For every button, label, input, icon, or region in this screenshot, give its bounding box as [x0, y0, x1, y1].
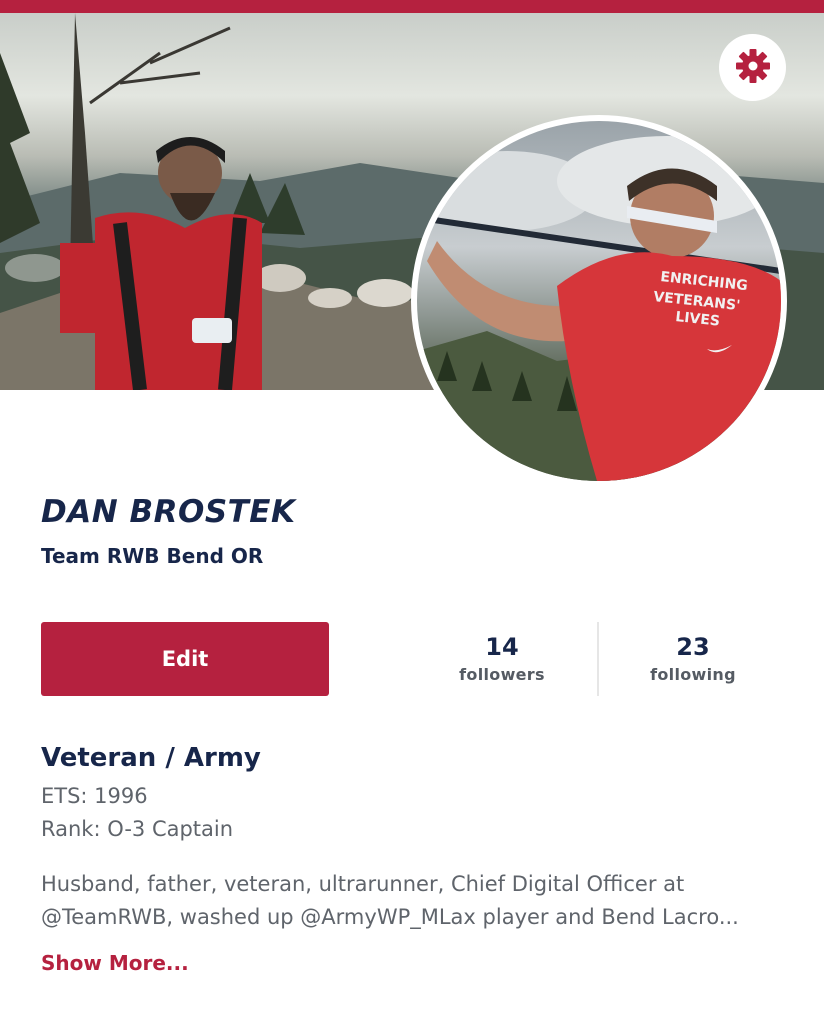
profile-chapter: Team RWB Bend OR — [41, 544, 264, 568]
edit-profile-button[interactable]: Edit — [41, 622, 329, 696]
profile-avatar[interactable]: ENRICHING VETERANS' LIVES — [411, 115, 787, 487]
bio-line-1: Husband, father, veteran, ultrarunner, C… — [41, 872, 685, 896]
following-stat[interactable]: 23 following — [598, 630, 788, 686]
gear-icon — [735, 48, 771, 88]
profile-bio: Husband, father, veteran, ultrarunner, C… — [41, 868, 801, 934]
followers-count: 14 — [485, 633, 519, 661]
followers-label: followers — [459, 665, 545, 684]
profile-name: DAN BROSTEK — [41, 494, 296, 530]
ets-year: ETS: 1996 — [41, 784, 148, 808]
top-brand-bar — [0, 0, 824, 13]
followers-stat[interactable]: 14 followers — [407, 630, 597, 686]
following-count: 23 — [676, 633, 710, 661]
settings-button[interactable] — [719, 34, 786, 101]
show-more-link[interactable]: Show More... — [41, 951, 189, 975]
following-label: following — [650, 665, 736, 684]
service-branch: Veteran / Army — [41, 743, 261, 773]
bio-line-2: @TeamRWB, washed up @ArmyWP_MLax player … — [41, 905, 739, 929]
rank: Rank: O-3 Captain — [41, 817, 234, 841]
